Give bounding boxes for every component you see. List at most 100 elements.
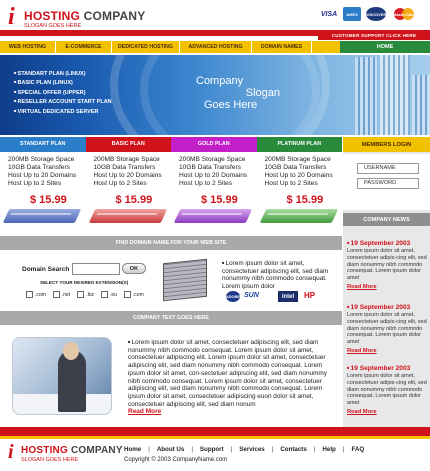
news-text: Lorem ipsum dolor sit amet, consectetuer… [347,312,427,346]
plan-feature: Host Up to 20 Domains [264,172,333,179]
plan-feature: 10GB Data Transfers [179,164,241,171]
username-field[interactable]: USERNAME [357,163,419,174]
news-date: 19 September 2003 [347,365,429,372]
logo-name-suffix: COMPANY [67,445,123,456]
footer-link-help[interactable]: Help [322,446,335,453]
office-photo [12,337,112,415]
footer-link-services[interactable]: Services [239,446,264,453]
checkbox[interactable] [26,291,33,298]
extension-label: .com [132,291,144,298]
nav-item-web-hosting[interactable]: WEB HOSTING [0,41,56,53]
hp-logo-icon: HP [304,291,316,300]
footer-link-support[interactable]: Support [200,446,224,453]
domain-search-input[interactable] [72,263,120,275]
banner-link[interactable]: VIRTUAL DEDICATED SERVER [14,107,112,116]
banner-link[interactable]: RESELLER ACCOUNT START PLAN [14,97,112,106]
news-item: 19 September 2003 Lorem ipsum dolor sit … [347,365,429,415]
partner-logos: ADOBE SUN intel HP [226,291,336,303]
extension-label: .biz [86,291,94,298]
nav-item-domain-names[interactable]: DOMAIN NAMES [252,41,312,53]
payment-cards: VISA AMEX DISCOVER MasterCard [318,5,428,29]
plan-feature: 200MB Storage Space [264,156,331,163]
plan-feature: 10GB Data Transfers [8,164,70,171]
extension-option[interactable]: .eu [100,291,117,298]
hero-banner: STANDART PLAN (LINUX) BASIC PLAN (LINUX)… [0,55,430,135]
main-nav: WEB HOSTING E-COMMERCE DEDICATED HOSTING… [0,41,340,53]
plan-feature: Host Up to 2 Sites [179,180,233,187]
nav-item-advanced-hosting[interactable]: ADVANCED HOSTING [180,41,252,53]
domain-search-label: Domain Search [22,266,70,273]
plan-card: GOLD PLAN 200MB Storage Space 10GB Data … [171,137,257,235]
copyright: Copyright © 2003 CompanyName.com [124,457,228,463]
customer-support-link[interactable]: CUSTOMER SUPPORT CLICK HERE [318,30,430,40]
members-login-form: USERNAME PASSWORD [343,154,430,210]
checkbox[interactable] [123,291,131,298]
footer-link-contacts[interactable]: Contacts [280,446,306,453]
logo-letter: i [8,4,15,30]
news-date: 19 September 2003 [347,240,429,247]
company-text-title: COMPANY TEXT GOES HERE [0,311,342,325]
plan-feature: 200MB Storage Space [179,156,246,163]
page: i HOSTING COMPANY SLOGAN GOES HERE VISA … [0,0,430,471]
banner-slogan-line: Company [196,75,244,87]
banner-slogan: Company Slogan Goes Here [196,75,286,111]
checkbox[interactable] [77,291,85,298]
company-read-more-link[interactable]: Read More [128,408,161,415]
footer-link-home[interactable]: Home [124,446,141,453]
hosting-plans: STANDART PLAN 200MB Storage Space 10GB D… [0,137,342,235]
extension-label: .net [61,291,71,298]
extension-option[interactable]: .com [123,291,144,298]
banner-slogan-line: Slogan [245,87,280,99]
footer-link-faq[interactable]: FAQ [351,446,364,453]
plan-feature: 200MB Storage Space [8,156,75,163]
news-read-more-link[interactable]: Read More [347,284,429,290]
news-read-more-link[interactable]: Read More [347,348,429,354]
extension-option[interactable]: .biz [77,291,94,298]
banner-plan-list: STANDART PLAN (LINUX) BASIC PLAN (LINUX)… [14,69,112,116]
banner-link[interactable]: STANDART PLAN (LINUX) [14,69,112,78]
logo-slogan: SLOGAN GOES HERE [24,23,82,29]
news-item: 19 September 2003 Lorem ipsum dolor sit … [347,240,429,290]
logo-slogan: SLOGAN GOES HERE [21,457,79,463]
extension-option[interactable]: .net [52,291,71,298]
domain-search-title: FIND DOMAIN NAME FOR YOUR WEB SITE [0,236,342,250]
banner-link[interactable]: BASIC PLAN (LINUX) [14,78,112,87]
plan-feature: 200MB Storage Space [93,156,160,163]
members-login-title: MEMBERS LOGIN [343,137,430,152]
plan-feature: Host Up to 20 Domains [93,172,162,179]
plan-price: $ 15.99 [115,194,153,206]
plan-feature: Host Up to 20 Domains [8,172,77,179]
nav-item-home[interactable]: HOME [340,41,430,53]
logo-name-prefix: HOSTING [21,445,68,456]
plan-feature: 10GB Data Transfers [264,164,327,171]
logo-name-prefix: HOSTING [24,9,81,23]
plan-title[interactable]: GOLD PLAN [171,137,257,150]
checkbox[interactable] [52,291,60,298]
company-text: Lorem ipsum dolor sit amet, consectetuer… [128,338,340,408]
footer-divider-accent [0,436,430,439]
banner-link[interactable]: SPECIAL OFFER (UPPER) [14,88,112,97]
server-rack-icon [163,258,207,302]
news-text: Lorem ipsum dolor sit amet, consectetuer… [347,373,427,407]
nav-item-e-commerce[interactable]: E-COMMERCE [56,41,112,53]
footer-link-about-us[interactable]: About Us [157,446,185,453]
adobe-logo-icon: ADOBE [226,291,240,302]
sun-logo-icon: SUN [244,292,259,299]
plan-feature: Host Up to 20 Domains [179,172,248,179]
plan-title[interactable]: STANDART PLAN [0,137,86,150]
news-read-more-link[interactable]: Read More [347,409,429,415]
mastercard-label: MasterCard [392,11,415,17]
plan-title[interactable]: BASIC PLAN [85,137,171,150]
checkbox[interactable] [100,291,108,298]
password-field[interactable]: PASSWORD [357,178,419,189]
plan-card: BASIC PLAN 200MB Storage Space 10GB Data… [85,137,171,235]
domain-search-ok-button[interactable]: OK [122,263,146,274]
server-icon [259,209,338,223]
extension-label: .eu [109,291,117,298]
extension-option[interactable]: .com [26,291,46,298]
footer-links: Home | About Us | Support | Services | Conta… [124,446,365,453]
extension-options: .com .net .biz .eu .com [26,291,151,298]
plan-title[interactable]: PLATINUM PLAN [256,137,342,150]
nav-item-dedicated-hosting[interactable]: DEDICATED HOSTING [112,41,180,53]
plan-feature: Host Up to 2 Sites [8,180,62,187]
